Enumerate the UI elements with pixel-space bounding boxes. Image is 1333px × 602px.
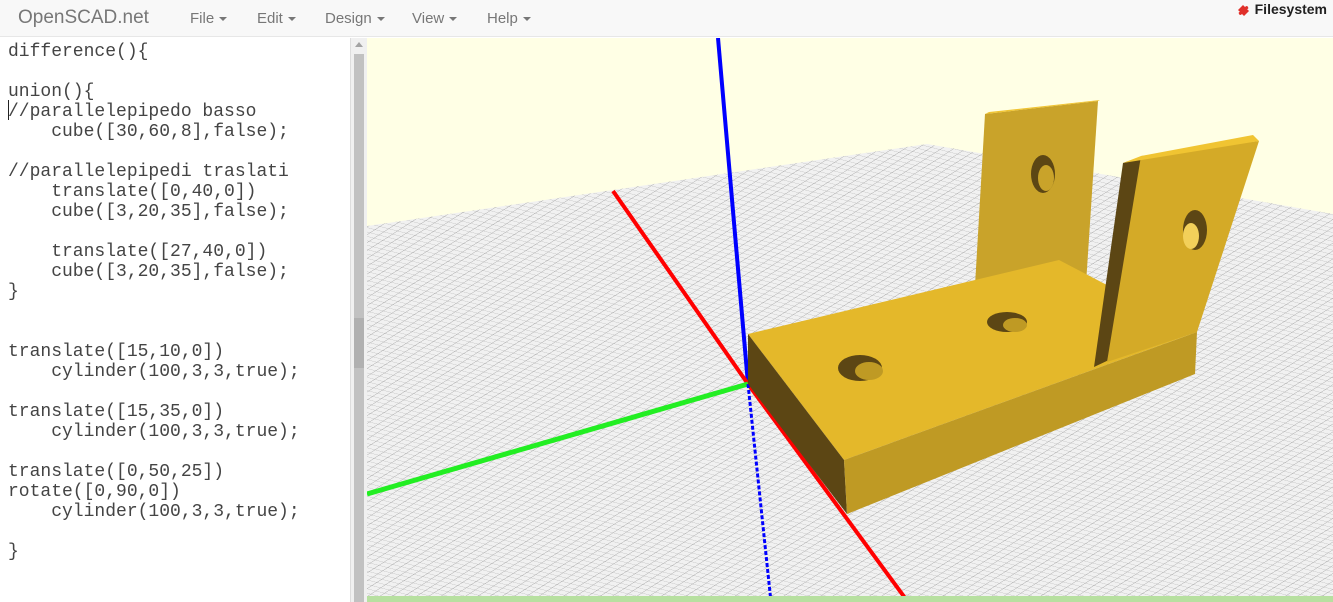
code-line[interactable]: cylinder(100,3,3,true); — [8, 362, 299, 382]
code-line[interactable] — [8, 302, 300, 322]
code-line[interactable] — [8, 522, 300, 542]
code-line[interactable]: rotate([0,90,0]) — [8, 482, 300, 502]
status-strip — [367, 596, 1333, 602]
code-line[interactable] — [8, 62, 300, 82]
menu-help-label: Help — [487, 10, 518, 27]
code-line[interactable]: translate([0,50,25]) — [8, 462, 300, 482]
puzzle-icon — [1237, 5, 1249, 16]
chevron-down-icon — [522, 17, 531, 22]
menu-design-label: Design — [325, 10, 372, 27]
code-line[interactable]: cube([3,20,35],false); — [8, 262, 300, 282]
hole-inner-middle — [1003, 318, 1027, 332]
3d-viewport[interactable] — [367, 38, 1333, 602]
filesystem-button[interactable]: Filesystem — [1237, 1, 1327, 17]
code-line[interactable]: cylinder(100,3,3,true); — [8, 422, 299, 442]
scroll-up-arrow-icon[interactable] — [355, 42, 363, 47]
code-line[interactable] — [8, 442, 300, 462]
code-line[interactable]: cube([30,60,8],false); — [8, 122, 300, 142]
app-brand[interactable]: OpenSCAD.net — [18, 7, 149, 29]
menu-help[interactable]: Help — [487, 10, 531, 27]
menu-design[interactable]: Design — [325, 10, 385, 27]
code-line[interactable]: } — [8, 282, 300, 302]
code-lines: difference(){ union(){//parallelepipedo b… — [8, 42, 300, 562]
scrollbar-grip[interactable] — [354, 318, 364, 368]
code-editor[interactable]: difference(){ union(){//parallelepipedo b… — [0, 38, 350, 602]
text-cursor — [8, 100, 9, 120]
filesystem-label: Filesystem — [1254, 1, 1327, 17]
code-line[interactable]: cube([3,20,35],false); — [8, 202, 300, 222]
code-line[interactable]: translate([27,40,0]) — [8, 242, 300, 262]
menu-edit-label: Edit — [257, 10, 283, 27]
code-line[interactable]: union(){ — [8, 82, 300, 102]
hole-inner-front — [855, 362, 883, 380]
chevron-down-icon — [219, 17, 228, 22]
code-line[interactable]: //parallelepipedo basso — [8, 102, 300, 122]
code-line[interactable]: translate([15,35,0]) — [8, 402, 300, 422]
code-line[interactable]: } — [8, 542, 300, 562]
editor-scrollbar[interactable] — [350, 38, 367, 602]
menu-file-label: File — [190, 10, 215, 27]
code-line[interactable]: difference(){ — [8, 42, 300, 62]
code-line[interactable]: //parallelepipedi traslati — [8, 162, 300, 182]
code-line[interactable] — [8, 322, 300, 342]
chevron-down-icon — [449, 17, 458, 22]
3d-scene[interactable] — [367, 38, 1333, 602]
code-line[interactable]: translate([0,40,0]) — [8, 182, 300, 202]
chevron-down-icon — [376, 17, 385, 22]
hole-inner-far — [1038, 165, 1054, 191]
code-line[interactable] — [8, 382, 300, 402]
top-navbar: OpenSCAD.net File Edit Design View Help … — [0, 0, 1333, 37]
hole-inner-near — [1183, 223, 1199, 249]
menu-file[interactable]: File — [190, 10, 228, 27]
code-line[interactable]: cylinder(100,3,3,true); — [8, 502, 299, 522]
code-line[interactable] — [8, 222, 300, 242]
chevron-down-icon — [287, 17, 296, 22]
menu-view[interactable]: View — [412, 10, 458, 27]
menu-view-label: View — [412, 10, 445, 27]
code-line[interactable] — [8, 142, 300, 162]
menu-edit[interactable]: Edit — [257, 10, 296, 27]
code-line[interactable]: translate([15,10,0]) — [8, 342, 300, 362]
